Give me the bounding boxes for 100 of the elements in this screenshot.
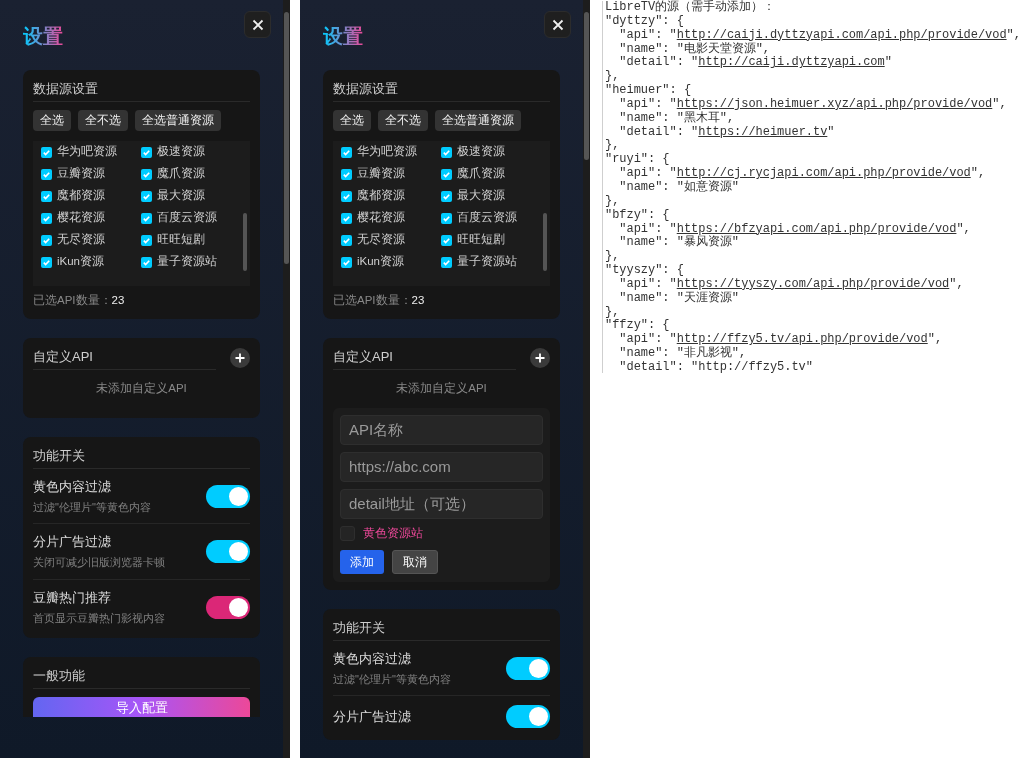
- source-label: 旺旺短剧: [157, 232, 205, 248]
- link[interactable]: https://tyyszy.com/api.php/provide/vod: [676, 276, 950, 291]
- section-title: 一般功能: [33, 665, 250, 689]
- count-value: 23: [111, 294, 125, 306]
- code-line: LibreTV的源（需手动添加）：: [605, 1, 776, 15]
- source-label: 华为吧资源: [357, 144, 417, 160]
- code-line: "api": "http://cj.rycjapi.com/api.php/provide/vod",: [618, 167, 987, 181]
- link[interactable]: https://heimuer.tv: [698, 124, 828, 139]
- toggle-switch[interactable]: [506, 705, 550, 729]
- checkbox[interactable]: [441, 190, 452, 202]
- count-value: 23: [411, 294, 425, 306]
- add-button[interactable]: [530, 347, 550, 368]
- setting-title: 黄色内容过滤: [33, 477, 112, 496]
- checkbox[interactable]: [341, 168, 352, 180]
- checkbox[interactable]: [41, 212, 52, 224]
- count-label: 已选API数量：: [333, 294, 412, 306]
- checkbox[interactable]: [341, 146, 352, 158]
- source-label: 极速资源: [457, 144, 505, 160]
- select-button[interactable]: 全选普通资源: [435, 110, 521, 131]
- checkbox[interactable]: [141, 168, 152, 180]
- checkbox[interactable]: [41, 234, 52, 246]
- plus-icon: [535, 352, 545, 363]
- checkbox[interactable]: [41, 190, 52, 202]
- toggle-switch[interactable]: [206, 484, 250, 508]
- setting-title: 分片广告过滤: [333, 707, 411, 726]
- cancel-button[interactable]: 取消: [392, 549, 438, 574]
- source-label: 魔爪资源: [157, 166, 205, 182]
- select-button[interactable]: 全选普通资源: [135, 110, 221, 131]
- code-line: "tyyszy": {: [605, 264, 685, 278]
- link[interactable]: https://json.heimuer.xyz/api.php/provide/vod: [676, 96, 993, 111]
- checkbox[interactable]: [41, 146, 52, 158]
- link[interactable]: http://caiji.dyttzyapi.com/api.php/provide/vod: [676, 27, 1007, 42]
- checkbox[interactable]: [341, 190, 352, 202]
- input-field[interactable]: https://abc.com: [340, 451, 543, 482]
- checkbox[interactable]: [441, 234, 452, 246]
- source-label: 樱花资源: [357, 210, 405, 226]
- select-button[interactable]: 全选: [333, 110, 371, 131]
- link[interactable]: http://caiji.dyttzyapi.com: [698, 55, 885, 70]
- link[interactable]: http://cj.rycjapi.com/api.php/provide/vod: [676, 166, 971, 181]
- checkbox[interactable]: [141, 212, 152, 224]
- code-line: "dyttzy": {: [605, 14, 685, 29]
- link[interactable]: https://bfzyapi.com/api.php/provide/vod: [676, 221, 957, 236]
- checkbox[interactable]: [341, 212, 352, 224]
- checkbox[interactable]: [141, 256, 152, 268]
- toggle-switch[interactable]: [206, 595, 250, 619]
- source-label: 百度云资源: [157, 210, 217, 226]
- source-label: iKun资源: [57, 254, 105, 270]
- source-label: 无尽资源: [57, 232, 105, 248]
- settings-title: 设置: [23, 23, 63, 49]
- code-line: "name": "天涯资源": [618, 291, 740, 306]
- code-line: "detail": "http://caiji.dyttzyapi.com": [618, 56, 893, 71]
- source-label: 量子资源站: [157, 254, 217, 270]
- code-line: },: [605, 305, 621, 319]
- select-button[interactable]: 全选: [33, 110, 71, 131]
- checkbox[interactable]: [441, 256, 452, 268]
- section-title: 功能开关: [33, 444, 250, 469]
- section-title: 自定义API: [33, 346, 216, 371]
- close-button[interactable]: [544, 11, 571, 38]
- input-field[interactable]: detail地址（可选）: [340, 488, 543, 519]
- input-field[interactable]: API名称: [340, 414, 543, 445]
- checkbox[interactable]: [441, 146, 452, 158]
- code-line: "api": "https://json.heimuer.xyz/api.php/provide/vod",: [618, 97, 1008, 111]
- empty-message: 未添加自定义API: [395, 381, 488, 397]
- code-line: "api": "https://tyyszy.com/api.php/provide/vod",: [618, 277, 965, 291]
- import-button[interactable]: 导入配置: [33, 697, 250, 717]
- code-line: },: [605, 250, 621, 264]
- checkbox[interactable]: [141, 234, 152, 246]
- checkbox[interactable]: [341, 234, 352, 246]
- toggle-switch[interactable]: [506, 657, 550, 680]
- code-line: "ffzy": {: [605, 319, 671, 333]
- checkbox[interactable]: [41, 168, 52, 180]
- close-button[interactable]: [244, 11, 271, 38]
- checkbox[interactable]: [441, 212, 452, 224]
- add-button[interactable]: [230, 347, 250, 368]
- source-label: 量子资源站: [457, 254, 517, 270]
- source-label: 旺旺短剧: [457, 232, 505, 248]
- source-label: iKun资源: [357, 254, 405, 270]
- select-button[interactable]: 全不选: [78, 110, 128, 131]
- source-label: 华为吧资源: [57, 144, 117, 160]
- checkbox[interactable]: [441, 168, 452, 180]
- select-button[interactable]: 全不选: [378, 110, 428, 131]
- checkbox[interactable]: [141, 190, 152, 202]
- count-label: 已选API数量：: [33, 294, 112, 306]
- source-label: 魔都资源: [57, 188, 105, 204]
- checkbox[interactable]: [341, 256, 352, 268]
- code-line: "detail": "https://heimuer.tv": [618, 125, 836, 140]
- code-line: "api": "http://ffzy5.tv/api.php/provide/vod",: [618, 333, 944, 347]
- setting-title: 豆瓣热门推荐: [33, 588, 112, 607]
- add-button[interactable]: 添加: [340, 549, 384, 574]
- setting-description: 关闭可减少旧版浏览器卡顿: [33, 555, 165, 570]
- scrollbar[interactable]: [283, 0, 290, 758]
- code-line: },: [605, 70, 621, 84]
- source-label: 百度云资源: [457, 210, 517, 226]
- toggle-switch[interactable]: [206, 540, 250, 564]
- checkbox[interactable]: [141, 146, 152, 158]
- checkbox[interactable]: [41, 256, 52, 268]
- link[interactable]: http://ffzy5.tv/api.php/provide/vod: [676, 332, 928, 347]
- code-line: "name": "暴风资源": [618, 236, 739, 251]
- setting-title: 黄色内容过滤: [333, 649, 412, 668]
- scrollbar[interactable]: [583, 0, 590, 758]
